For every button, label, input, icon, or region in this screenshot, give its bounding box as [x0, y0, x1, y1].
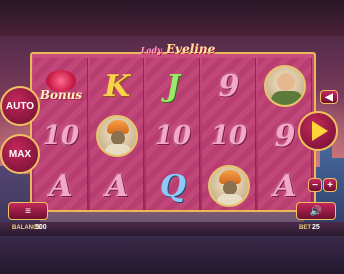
menu-button[interactable]: ≡ — [8, 202, 48, 220]
play-icon — [312, 121, 328, 141]
minus-icon: − — [312, 179, 318, 191]
game-logo: Lady Eveline — [140, 42, 216, 56]
bald-man-icon — [264, 65, 306, 107]
spin-button[interactable] — [298, 111, 338, 151]
reels-frame: Bonus 10 A K A J 10 Q 9 10 9 A — [30, 52, 316, 212]
turban-man-symbol — [90, 112, 144, 160]
info-bar — [0, 222, 344, 236]
bet-increase-button[interactable]: + — [323, 178, 337, 192]
symbol-9: 9 — [218, 68, 240, 104]
menu-icon: ≡ — [25, 205, 31, 217]
speaker-icon: 🔊 — [309, 205, 323, 217]
symbol-10: 10 — [154, 121, 192, 151]
balance-value: 500 — [35, 224, 47, 231]
bonus-label: Bonus — [39, 88, 83, 102]
reel-4: 9 10 — [202, 58, 256, 210]
bald-man-symbol — [258, 62, 312, 110]
back-button[interactable]: ◀ — [320, 90, 338, 104]
turban-man-symbol — [202, 162, 256, 210]
symbol-k: K — [103, 68, 131, 104]
symbol-10: 10 — [210, 121, 248, 151]
reel-1: Bonus 10 A — [34, 58, 88, 210]
sound-button[interactable]: 🔊 — [296, 202, 336, 220]
max-bet-button[interactable]: MAX — [0, 134, 40, 174]
turban-man-icon — [208, 165, 250, 207]
symbol-10: 10 — [42, 121, 80, 151]
symbol-j: J — [165, 68, 181, 104]
bet-decrease-button[interactable]: − — [308, 178, 322, 192]
bet-value: 25 — [312, 224, 320, 231]
plus-icon: + — [327, 179, 333, 191]
reel-3: J 10 Q — [146, 58, 200, 210]
turban-man-icon — [96, 115, 138, 157]
auto-spin-button[interactable]: AUTO — [0, 86, 40, 126]
symbol-a: A — [105, 168, 129, 204]
lower-background — [0, 236, 344, 274]
game-scene: Bonus 10 A K A J 10 Q 9 10 9 A Lady Evel… — [0, 0, 344, 274]
top-bar — [0, 0, 344, 36]
reel-2: K A — [90, 58, 144, 210]
bet-label: BET — [299, 225, 311, 231]
back-icon: ◀ — [325, 91, 333, 103]
bonus-symbol: Bonus — [34, 62, 88, 110]
symbol-q: Q — [159, 168, 187, 204]
